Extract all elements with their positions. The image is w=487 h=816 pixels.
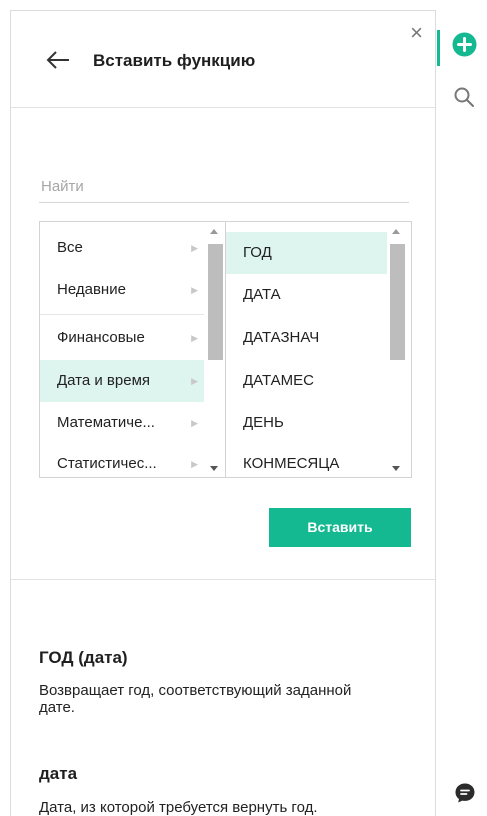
function-item-selected[interactable]: ГОД: [226, 232, 387, 274]
chevron-right-icon: ▶: [191, 333, 198, 343]
function-item[interactable]: ДАТАМЕС: [226, 360, 387, 402]
function-description: Возвращает год, соответствующий заданной…: [39, 682, 352, 716]
scroll-down-icon[interactable]: [392, 466, 400, 471]
argument-description: Дата, из которой требуется вернуть год.: [39, 799, 318, 816]
function-label: ДАТА: [243, 286, 281, 303]
chevron-right-icon: ▶: [191, 376, 198, 386]
insert-function-panel: × Вставить функцию Все ▶ Недавние ▶ Фина…: [10, 10, 436, 816]
category-label: Математиче...: [57, 414, 155, 431]
function-item[interactable]: КОНМЕСЯЦА: [226, 443, 387, 485]
category-label: Статистичес...: [57, 455, 157, 472]
function-label: ГОД: [243, 244, 272, 261]
chevron-right-icon: ▶: [191, 418, 198, 428]
section-divider: [11, 579, 435, 580]
chevron-right-icon: ▶: [191, 459, 198, 469]
category-label: Дата и время: [57, 372, 151, 389]
category-label: Финансовые: [57, 329, 145, 346]
category-list[interactable]: Все ▶ Недавние ▶ Финансовые ▶ Дата и вре…: [40, 222, 226, 477]
scroll-thumb[interactable]: [390, 244, 405, 360]
search-input[interactable]: [39, 171, 409, 202]
right-rail: [437, 10, 487, 816]
category-label: Все: [57, 239, 83, 256]
function-item[interactable]: ДЕНЬ: [226, 402, 387, 444]
insert-button[interactable]: Вставить: [269, 508, 411, 547]
function-scrollbar[interactable]: [388, 222, 406, 477]
category-item[interactable]: Статистичес... ▶: [40, 443, 204, 485]
search-icon[interactable]: [453, 86, 475, 108]
category-scrollbar[interactable]: [206, 222, 224, 477]
chevron-right-icon: ▶: [191, 285, 198, 295]
scroll-down-icon[interactable]: [210, 466, 218, 471]
category-item-selected[interactable]: Дата и время ▶: [40, 360, 204, 402]
category-item[interactable]: Математиче... ▶: [40, 402, 204, 444]
function-picker: Все ▶ Недавние ▶ Финансовые ▶ Дата и вре…: [39, 221, 412, 478]
plus-circle-icon[interactable]: [452, 32, 477, 57]
category-label: Недавние: [57, 281, 126, 298]
function-signature: ГОД (дата): [39, 648, 128, 667]
scroll-up-icon[interactable]: [392, 229, 400, 234]
divider: [40, 314, 204, 315]
function-label: ДАТАМЕС: [243, 372, 314, 389]
page-title: Вставить функцию: [93, 51, 256, 70]
panel-header: Вставить функцию: [11, 11, 435, 108]
back-arrow-icon[interactable]: [45, 49, 71, 71]
function-label: ДЕНЬ: [243, 414, 284, 431]
search-field-wrap: [39, 171, 409, 203]
scroll-thumb[interactable]: [208, 244, 223, 360]
chevron-right-icon: ▶: [191, 243, 198, 253]
function-item[interactable]: ДАТАЗНАЧ: [226, 317, 387, 359]
function-item[interactable]: ДАТА: [226, 274, 387, 316]
function-label: ДАТАЗНАЧ: [243, 329, 320, 346]
chat-icon[interactable]: [454, 782, 476, 804]
category-item[interactable]: Все ▶: [40, 227, 204, 269]
active-indicator: [437, 30, 440, 66]
function-list[interactable]: ГОД ДАТА ДАТАЗНАЧ ДАТАМЕС ДЕНЬ КОНМЕСЯЦА: [226, 222, 411, 477]
category-item[interactable]: Финансовые ▶: [40, 317, 204, 359]
argument-name: дата: [39, 764, 78, 783]
function-label: КОНМЕСЯЦА: [243, 455, 340, 472]
category-item[interactable]: Недавние ▶: [40, 269, 204, 311]
scroll-up-icon[interactable]: [210, 229, 218, 234]
